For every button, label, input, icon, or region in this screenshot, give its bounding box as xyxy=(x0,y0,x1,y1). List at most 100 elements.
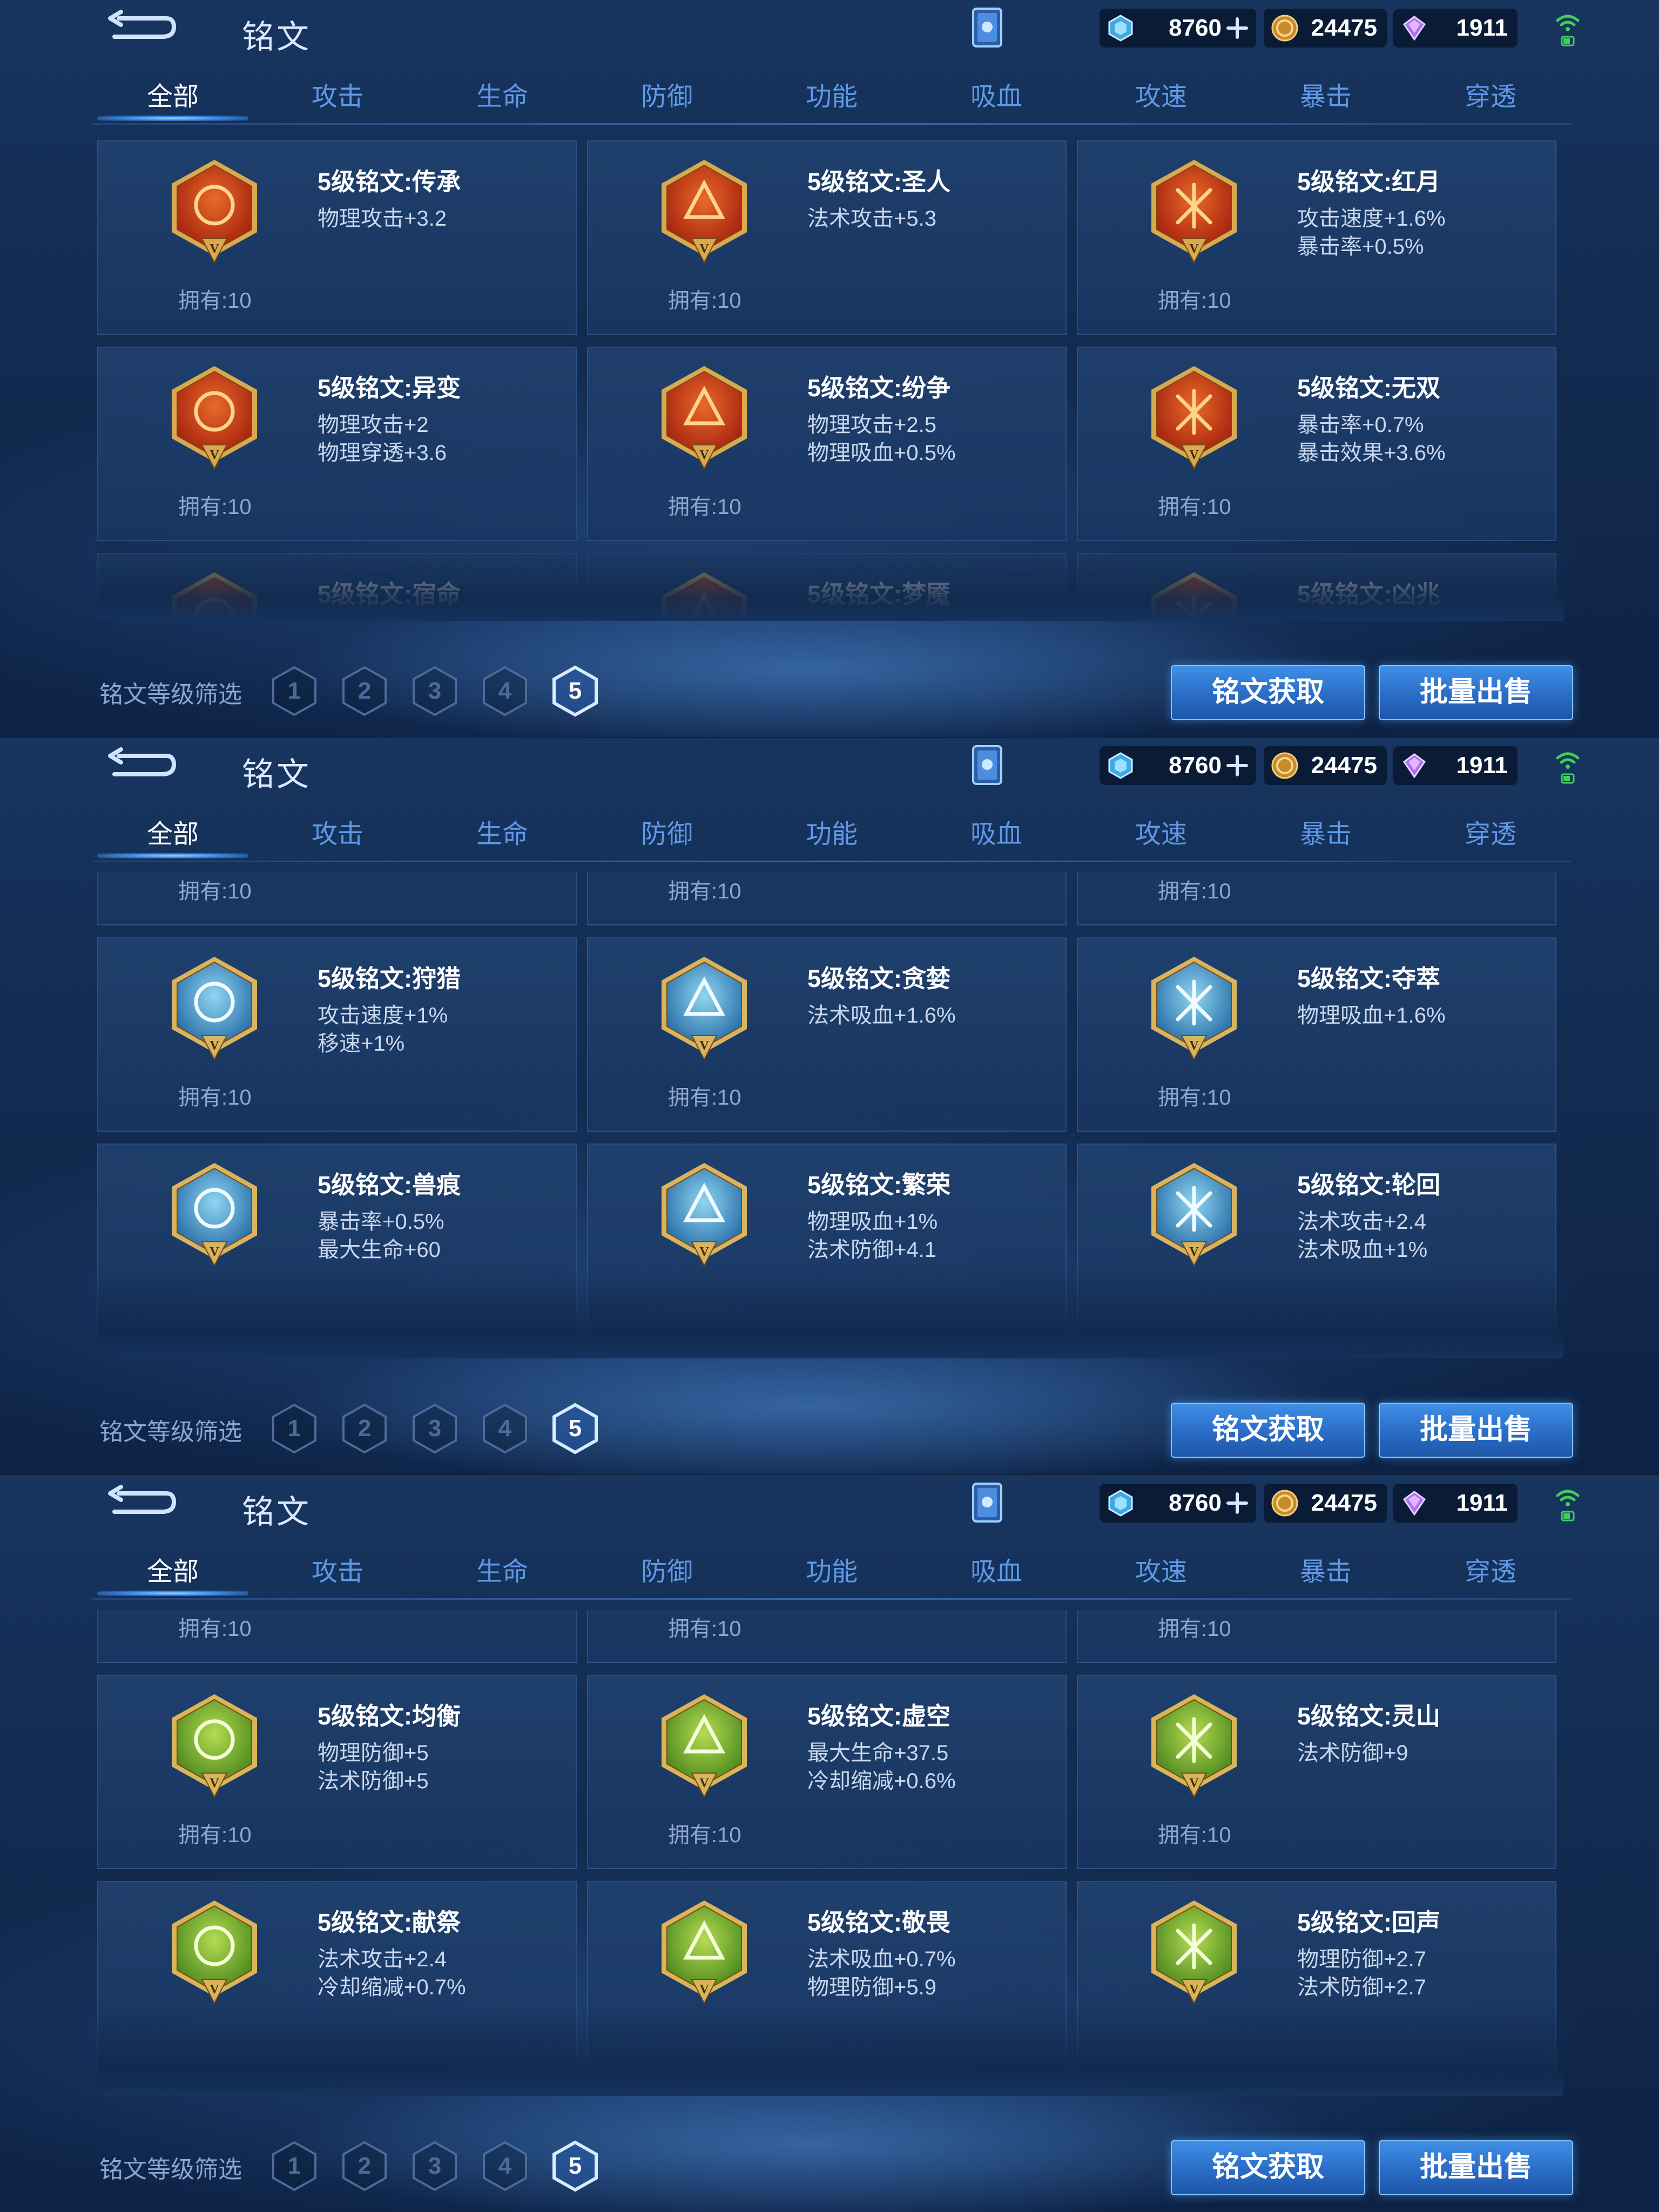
inscription-card[interactable]: V 5级铭文:纷争 物理攻击+2.5 物理吸血+0.5% 拥有:10 xyxy=(587,347,1067,541)
back-arrow-icon[interactable] xyxy=(103,1484,178,1521)
inscription-card[interactable]: V 5级铭文:夺萃 物理吸血+1.6% 拥有:10 xyxy=(1077,937,1556,1132)
inscription-card[interactable]: V 5级铭文:繁荣 物理吸血+1% 法术防御+4.1 xyxy=(587,1144,1067,1338)
level-4-filter[interactable]: 4 xyxy=(482,1403,528,1455)
inscription-grid[interactable]: V攻击速度+0.6%法术穿透+6.4拥有:10V冷却缩减+1%拥有:10V物理防… xyxy=(97,1610,1563,2096)
level-1-filter[interactable]: 1 xyxy=(271,665,318,717)
owned-count: 拥有:10 xyxy=(1158,1617,1231,1641)
tab-2[interactable]: 生命 xyxy=(421,1545,583,1599)
level-3-filter[interactable]: 3 xyxy=(412,2140,458,2192)
tab-2[interactable]: 生命 xyxy=(421,808,583,862)
inscription-card[interactable]: V 5级铭文:兽痕 暴击率+0.5% 最大生命+60 xyxy=(97,1144,577,1338)
inscription-card[interactable]: V攻击速度+0.6%法术穿透+6.4拥有:10 xyxy=(97,1610,577,1663)
inscription-card[interactable]: V 5级铭文:传承 物理攻击+3.2 拥有:10 xyxy=(97,140,577,335)
tab-3[interactable]: 防御 xyxy=(586,808,748,862)
level-1-filter[interactable]: 1 xyxy=(271,1403,318,1455)
blue-inscription-emblem-icon: V xyxy=(172,957,257,1061)
level-2-filter[interactable]: 2 xyxy=(341,1403,388,1455)
inscription-card[interactable]: V 5级铭文:无双 暴击率+0.7% 暴击效果+3.6% 拥有:10 xyxy=(1077,347,1556,541)
inscription-book-icon[interactable] xyxy=(967,741,1010,789)
level-5-filter[interactable]: 5 xyxy=(552,665,598,717)
level-1-filter[interactable]: 1 xyxy=(271,2140,318,2192)
bulk-sell-button[interactable]: 批量出售 xyxy=(1379,2140,1573,2195)
tab-1[interactable]: 攻击 xyxy=(257,70,419,124)
tab-4[interactable]: 功能 xyxy=(751,70,913,124)
get-inscription-button[interactable]: 铭文获取 xyxy=(1171,1403,1365,1458)
red-inscription-emblem-icon: V xyxy=(172,572,257,621)
inscription-grid[interactable]: V 5级铭文:传承 物理攻击+3.2 拥有:10 V 5级铭文:圣人 法术攻击+5.3 拥有:… xyxy=(97,135,1563,621)
tab-0[interactable]: 全部 xyxy=(92,70,254,124)
inscription-card[interactable]: V 5级铭文:虚空 最大生命+37.5 冷却缩减+0.6% 拥有:10 xyxy=(587,1675,1067,1869)
tab-3[interactable]: 防御 xyxy=(586,70,748,124)
tab-0[interactable]: 全部 xyxy=(92,808,254,862)
level-3-filter[interactable]: 3 xyxy=(412,665,458,717)
bulk-sell-button[interactable]: 批量出售 xyxy=(1379,665,1573,720)
tab-1[interactable]: 攻击 xyxy=(257,808,419,862)
inscription-stat: 法术攻击+2.4 xyxy=(318,1947,447,1971)
blue-inscription-emblem-icon: V xyxy=(662,1163,747,1267)
inscription-book-icon[interactable] xyxy=(967,3,1010,52)
level-5-filter[interactable]: 5 xyxy=(552,1403,598,1455)
tab-8[interactable]: 穿透 xyxy=(1410,70,1572,124)
add-icon[interactable] xyxy=(1226,754,1249,777)
add-icon[interactable] xyxy=(1226,1492,1249,1514)
network-signal-icon xyxy=(1556,752,1580,784)
inscription-card[interactable]: V物理防御+9拥有:10 xyxy=(1077,1610,1556,1663)
inscription-card[interactable]: V 5级铭文:敬畏 法术吸血+0.7% 物理防御+5.9 xyxy=(587,1881,1067,2075)
back-arrow-icon[interactable] xyxy=(103,746,178,784)
inscription-card[interactable]: V 5级铭文:轮回 法术攻击+2.4 法术吸血+1% xyxy=(1077,1144,1556,1338)
tab-5[interactable]: 吸血 xyxy=(915,808,1077,862)
inscription-card[interactable]: V 5级铭文:红月 攻击速度+1.6% 暴击率+0.5% 拥有:10 xyxy=(1077,140,1556,335)
inscription-name: 5级铭文:回声 xyxy=(1297,1909,1441,1936)
tab-0[interactable]: 全部 xyxy=(92,1545,254,1599)
tab-8[interactable]: 穿透 xyxy=(1410,1545,1572,1599)
tab-3[interactable]: 防御 xyxy=(586,1545,748,1599)
inscription-card[interactable]: V暴击率+1.6%拥有:10 xyxy=(97,872,577,925)
tab-4[interactable]: 功能 xyxy=(751,1545,913,1599)
get-inscription-button[interactable]: 铭文获取 xyxy=(1171,665,1365,720)
bulk-sell-button[interactable]: 批量出售 xyxy=(1379,1403,1573,1458)
level-5-filter[interactable]: 5 xyxy=(552,2140,598,2192)
inscription-card[interactable]: V 5级铭文:献祭 法术攻击+2.4 冷却缩减+0.7% xyxy=(97,1881,577,2075)
tab-6[interactable]: 攻速 xyxy=(1080,70,1242,124)
inscription-card[interactable]: V 5级铭文:贪婪 法术吸血+1.6% 拥有:10 xyxy=(587,937,1067,1132)
level-3-filter[interactable]: 3 xyxy=(412,1403,458,1455)
inscription-card[interactable]: V 5级铭文:圣人 法术攻击+5.3 拥有:10 xyxy=(587,140,1067,335)
tab-7[interactable]: 暴击 xyxy=(1245,808,1407,862)
inscription-card[interactable]: V 5级铭文:异变 物理攻击+2 物理穿透+3.6 拥有:10 xyxy=(97,347,577,541)
tab-5[interactable]: 吸血 xyxy=(915,1545,1077,1599)
inscription-name: 5级铭文:贪婪 xyxy=(807,965,951,992)
level-number: 3 xyxy=(428,678,441,704)
level-number: 1 xyxy=(288,678,301,704)
diamond-currency: 8760 xyxy=(1100,746,1256,785)
tab-7[interactable]: 暴击 xyxy=(1245,70,1407,124)
inscription-name: 5级铭文:梦魇 xyxy=(807,580,951,608)
level-4-filter[interactable]: 4 xyxy=(482,2140,528,2192)
add-icon[interactable] xyxy=(1226,17,1249,39)
get-inscription-button[interactable]: 铭文获取 xyxy=(1171,2140,1365,2195)
tab-5[interactable]: 吸血 xyxy=(915,70,1077,124)
inscription-book-icon[interactable] xyxy=(967,1478,1010,1527)
tab-7[interactable]: 暴击 xyxy=(1245,1545,1407,1599)
tab-8[interactable]: 穿透 xyxy=(1410,808,1572,862)
blue-inscription-emblem-icon: V xyxy=(1151,1163,1237,1267)
inscription-card[interactable]: V最大生命+60每5秒回血+4.5拥有:10 xyxy=(1077,872,1556,925)
inscription-card[interactable]: V 5级铭文:宿命攻击速度+1% xyxy=(97,553,577,621)
level-4-filter[interactable]: 4 xyxy=(482,665,528,717)
inscription-card[interactable]: V最大生命+75拥有:10 xyxy=(587,872,1067,925)
back-arrow-icon[interactable] xyxy=(103,9,178,46)
inscription-grid[interactable]: V暴击率+1.6%拥有:10V最大生命+75拥有:10V最大生命+60每5秒回血… xyxy=(97,872,1563,1358)
inscription-card[interactable]: V 5级铭文:回声 物理防御+2.7 法术防御+2.7 xyxy=(1077,1881,1556,2075)
inscription-card[interactable]: V 5级铭文:梦魇法术攻击+4.2 xyxy=(587,553,1067,621)
inscription-card[interactable]: V 5级铭文:灵山 法术防御+9 拥有:10 xyxy=(1077,1675,1556,1869)
inscription-card[interactable]: V 5级铭文:凶兆法术攻击+4.2 xyxy=(1077,553,1556,621)
level-2-filter[interactable]: 2 xyxy=(341,2140,388,2192)
inscription-card[interactable]: V 5级铭文:均衡 物理防御+5 法术防御+5 拥有:10 xyxy=(97,1675,577,1869)
tab-2[interactable]: 生命 xyxy=(421,70,583,124)
inscription-card[interactable]: V 5级铭文:狩猎 攻击速度+1% 移速+1% 拥有:10 xyxy=(97,937,577,1132)
tab-6[interactable]: 攻速 xyxy=(1080,1545,1242,1599)
tab-1[interactable]: 攻击 xyxy=(257,1545,419,1599)
tab-6[interactable]: 攻速 xyxy=(1080,808,1242,862)
level-2-filter[interactable]: 2 xyxy=(341,665,388,717)
inscription-card[interactable]: V冷却缩减+1%拥有:10 xyxy=(587,1610,1067,1663)
tab-4[interactable]: 功能 xyxy=(751,808,913,862)
